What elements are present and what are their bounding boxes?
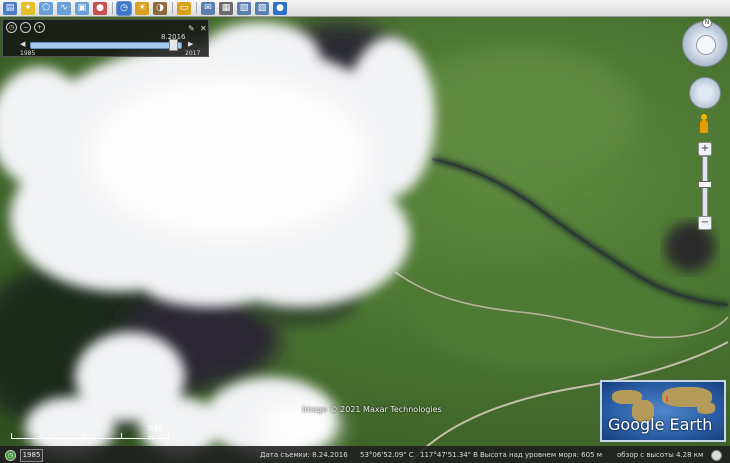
longitude: 117°47'51.34" В — [420, 451, 478, 459]
latitude: 53°06'52.09" С — [360, 451, 414, 459]
sidebar-icon[interactable]: ▤ — [3, 1, 17, 15]
navigation-controls: N + − — [680, 18, 728, 234]
image-date: Дата съемки: 8.24.2016 — [260, 451, 348, 459]
eye-altitude: обзор с высоты 4.28 км — [617, 451, 704, 459]
email-icon[interactable]: ✉ — [201, 1, 215, 15]
ruler-icon[interactable]: ▭ — [177, 1, 191, 15]
history-icon[interactable]: ◷ — [116, 0, 132, 16]
look-joystick[interactable] — [696, 35, 716, 55]
time-start-year: 1985 — [20, 50, 36, 57]
polygon-icon[interactable]: ⬠ — [39, 1, 53, 15]
placemark-icon[interactable]: ✦ — [21, 1, 35, 15]
zoom-in-time-icon[interactable]: + — [34, 22, 45, 33]
time-forward-icon[interactable]: ▶ — [188, 40, 193, 48]
logo-text: Google Earth — [608, 415, 713, 434]
move-joystick[interactable] — [689, 77, 721, 109]
elevation: Высота над уровнем моря: 605 м — [480, 451, 603, 459]
zoom-in-button[interactable]: + — [698, 142, 712, 156]
imagery-credit: Image © 2021 Maxar Technologies — [302, 405, 442, 414]
zoom-out-button[interactable]: − — [698, 216, 712, 230]
tour-icon[interactable]: ● — [93, 1, 107, 15]
scale-bar: 846 м — [11, 424, 171, 444]
time-end-year: 2017 — [185, 50, 201, 57]
clock-icon[interactable]: ◷ — [6, 22, 17, 33]
time-back-icon[interactable]: ◀ — [20, 40, 25, 48]
status-year-badge[interactable]: 1985 — [20, 449, 43, 462]
time-track[interactable] — [30, 42, 182, 49]
zoom-out-time-icon[interactable]: − — [20, 22, 31, 33]
view-in-maps-icon[interactable]: ▨ — [255, 1, 269, 15]
path-icon[interactable]: ∿ — [57, 1, 71, 15]
close-icon[interactable]: ✕ — [200, 24, 207, 33]
earth-gallery-icon[interactable]: ● — [273, 1, 287, 15]
pegman-icon[interactable] — [700, 114, 709, 134]
historical-imagery-slider[interactable]: ◷ − + ✎ ✕ 8.2016 ◀ ▶ 1985 2017 — [2, 19, 209, 57]
streaming-globe-icon — [711, 450, 722, 461]
overlay-icon[interactable]: ▣ — [75, 1, 89, 15]
zoom-thumb[interactable] — [698, 180, 712, 188]
time-icon[interactable]: ◷ — [5, 450, 16, 461]
wrench-icon[interactable]: ✎ — [188, 24, 195, 33]
status-bar: ◷ 1985 Дата съемки: 8.24.2016 53°06'52.0… — [0, 446, 730, 463]
time-thumb[interactable] — [168, 39, 178, 51]
compass-ring[interactable]: N — [682, 18, 728, 67]
print-icon[interactable]: ▦ — [219, 1, 233, 15]
toolbar: ▤ ✦ ⬠ ∿ ▣ ● ◷ ☀ ◑ ▭ ✉ ▦ ▧ ▨ ● — [0, 0, 730, 17]
save-image-icon[interactable]: ▧ — [237, 1, 251, 15]
planets-icon[interactable]: ◑ — [153, 1, 167, 15]
google-earth-logo-overview[interactable]: Google Earth — [600, 380, 726, 442]
north-indicator[interactable]: N — [702, 18, 712, 28]
sun-icon[interactable]: ☀ — [135, 1, 149, 15]
